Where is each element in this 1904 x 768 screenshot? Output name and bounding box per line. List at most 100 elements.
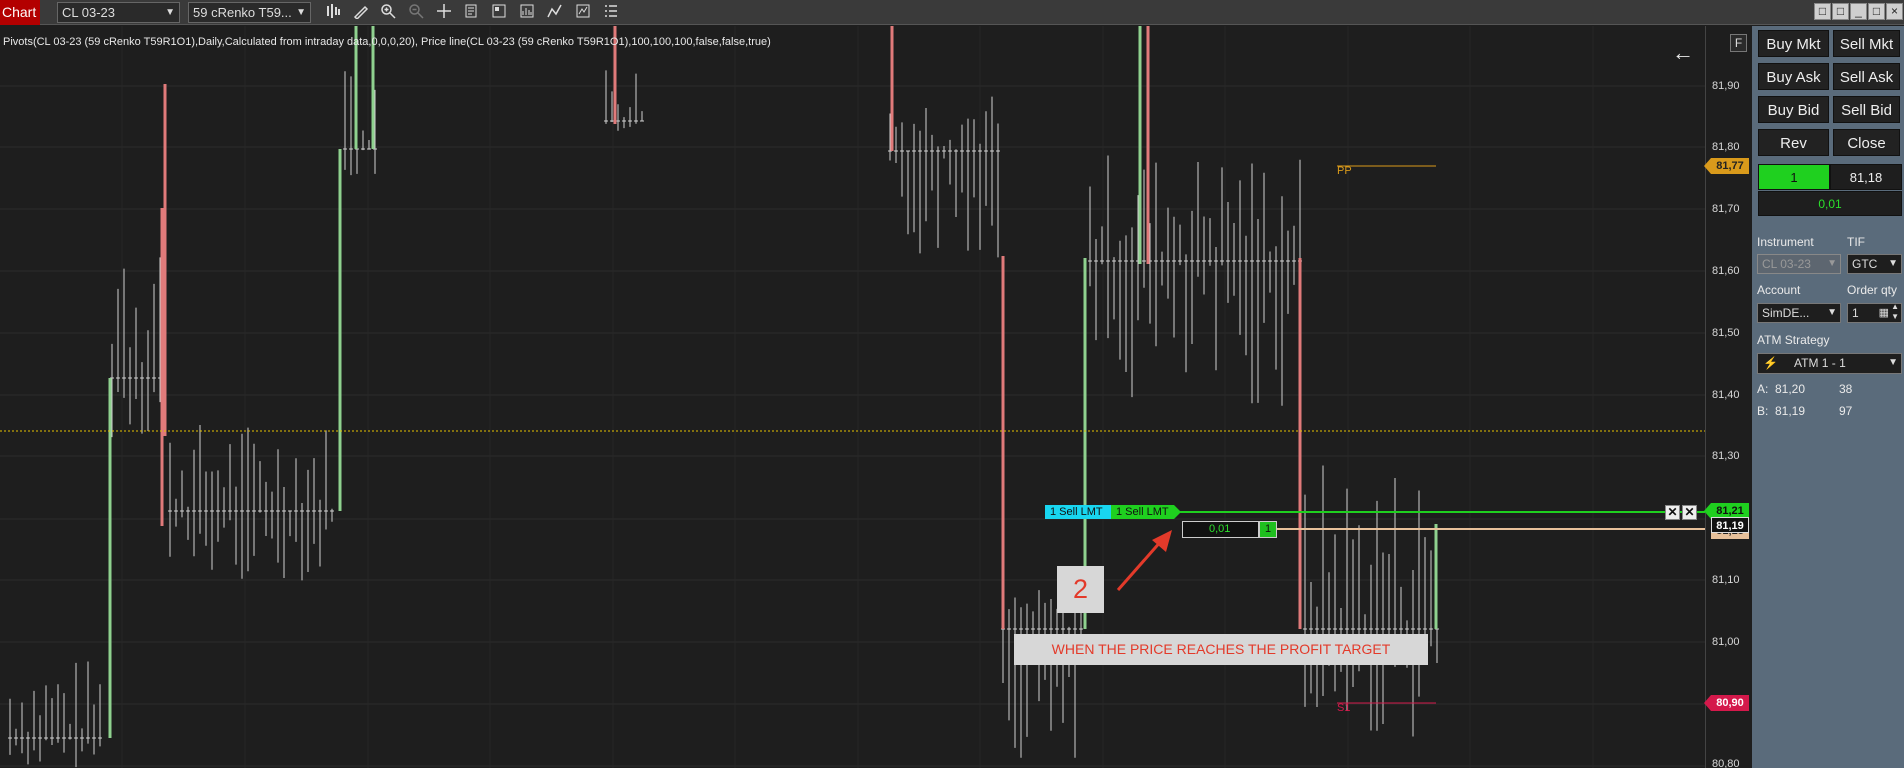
bid-label: B: [1757,404,1769,418]
chevron-down-icon: ▼ [165,7,175,18]
crosshair-icon[interactable] [434,3,454,22]
renko-bar [338,149,342,511]
order-qty-input[interactable]: 1 ▦ ▲ ▼ [1847,303,1902,323]
position-pnl-box[interactable]: 0,01 [1182,521,1259,538]
account-select[interactable]: SimDE... ▼ [1757,303,1841,323]
renko-bar [1298,258,1302,629]
instrument-selector[interactable]: CL 03-23 ▼ [57,2,180,23]
annotation-callout: WHEN THE PRICE REACHES THE PROFIT TARGET [1014,634,1428,665]
chevron-down-icon: ▼ [1827,258,1837,269]
bid-size: 97 [1839,404,1853,418]
price-tick: 80,80 [1712,758,1740,768]
tile-window-button[interactable]: □ [1814,3,1831,20]
price-tick: 81,00 [1712,636,1740,648]
instrument-list-icon[interactable] [601,3,621,22]
properties-icon[interactable] [461,3,481,22]
indicator-label: Pivots(CL 03-23 (59 cRenko T59R1O1),Dail… [3,36,771,48]
chevron-down-icon: ▼ [1888,258,1898,269]
chevron-down-icon: ▼ [1888,357,1898,368]
price-tick: 81,90 [1712,80,1740,92]
chart-window: Chart CL 03-23 ▼ 59 cRenko T59... ▼ □ □ … [0,0,1904,768]
renko-bar [108,378,112,738]
price-tick: 81,60 [1712,265,1740,277]
cancel-order-button[interactable]: ✕ [1665,505,1680,520]
data-box-icon[interactable] [517,3,537,22]
reverse-button[interactable]: Rev [1758,129,1829,156]
position-pnl-display: 0,01 [1758,191,1902,216]
templates-icon[interactable] [489,3,509,22]
tif-select-value: GTC [1852,257,1878,271]
annotation-arrow-icon [1116,530,1172,591]
chevron-down-icon: ▼ [296,7,306,18]
renko-bar [160,208,164,526]
cancel-order-button[interactable]: ✕ [1682,505,1697,520]
instrument-select-value: CL 03-23 [1762,257,1811,271]
renko-bar [1138,26,1142,264]
fixed-scale-button[interactable]: F [1730,34,1747,52]
close-window-button[interactable]: × [1886,3,1903,20]
bar-type-selector-value: 59 cRenko T59... [193,5,292,20]
indicators-icon[interactable] [573,3,593,22]
bar-type-selector[interactable]: 59 cRenko T59... ▼ [188,2,311,23]
close-position-button[interactable]: Close [1833,129,1900,156]
instrument-selector-value: CL 03-23 [62,5,115,20]
instrument-select: CL 03-23 ▼ [1757,254,1841,274]
minimize-button[interactable]: _ [1850,3,1867,20]
renko-bar [890,26,894,151]
calculator-icon[interactable]: ▦ [1879,304,1889,322]
renko-bar [1146,26,1150,264]
position-qty-box[interactable]: 1 [1259,521,1277,538]
renko-bar [1001,256,1005,629]
chart-toolbar: Chart CL 03-23 ▼ 59 cRenko T59... ▼ □ □ … [0,0,1904,25]
sell-limit-order-tag[interactable]: 1 Sell LMT [1045,505,1111,519]
sell-limit-order-tag[interactable]: 1 Sell LMT [1111,505,1181,519]
ask-label: A: [1757,382,1769,396]
price-tick: 81,50 [1712,327,1740,339]
zoom-in-icon[interactable] [378,3,398,22]
s1-price-badge: 80,90 [1704,695,1749,711]
draw-tools-icon[interactable] [351,3,371,22]
buy-ask-button[interactable]: Buy Ask [1758,63,1829,90]
instrument-label: Instrument [1757,235,1814,249]
strategies-icon[interactable] [545,3,565,22]
arrow-left-icon[interactable]: ← [1672,42,1694,64]
pp-price-badge: 81,77 [1704,158,1749,174]
price-tick: 81,30 [1712,450,1740,462]
sell-ask-button[interactable]: Sell Ask [1833,63,1900,90]
zoom-out-icon[interactable] [406,3,426,22]
renko-bar [1434,524,1438,629]
atm-strategy-label: ATM Strategy [1757,333,1830,347]
pivot-pp-label: PP [1337,165,1352,177]
price-chart[interactable]: Pivots(CL 03-23 (59 cRenko T59R1O1),Dail… [0,26,1705,768]
chart-tab[interactable]: Chart [0,0,40,25]
spinner-arrows-icon[interactable]: ▲ ▼ [1891,304,1899,322]
buy-market-button[interactable]: Buy Mkt [1758,30,1829,57]
order-qty-label: Order qty [1847,283,1898,297]
account-label: Account [1757,283,1801,297]
tif-label: TIF [1847,235,1865,249]
maximize-button[interactable]: □ [1868,3,1885,20]
position-price-display: 81,18 [1830,164,1902,190]
ask-size: 38 [1839,382,1853,396]
atm-strategy-select[interactable]: ⚡ ATM 1 - 1 ▼ [1757,353,1902,374]
chevron-down-icon: ▼ [1827,307,1837,318]
sell-market-button[interactable]: Sell Mkt [1833,30,1900,57]
ask-price: 81,20 [1775,382,1806,396]
cascade-window-button[interactable]: □ [1832,3,1849,20]
price-tick: 81,70 [1712,203,1740,215]
sell-bid-button[interactable]: Sell Bid [1833,96,1900,123]
position-qty-display: 1 [1758,164,1830,190]
price-tick: 81,80 [1712,141,1740,153]
bar-type-icon[interactable] [323,3,343,22]
buy-bid-button[interactable]: Buy Bid [1758,96,1829,123]
step-number-badge: 2 [1057,566,1104,613]
lightning-icon: ⚡ [1763,356,1778,370]
price-tick: 81,40 [1712,389,1740,401]
atm-strategy-value: ATM 1 - 1 [1794,356,1846,370]
chart-canvas [0,26,1705,768]
pivot-s1-label: S1 [1337,702,1351,714]
tif-select[interactable]: GTC ▼ [1847,254,1902,274]
renko-bar [163,84,167,436]
order-qty-value: 1 [1852,306,1859,320]
last-price-badge: 81,19 [1711,517,1749,533]
